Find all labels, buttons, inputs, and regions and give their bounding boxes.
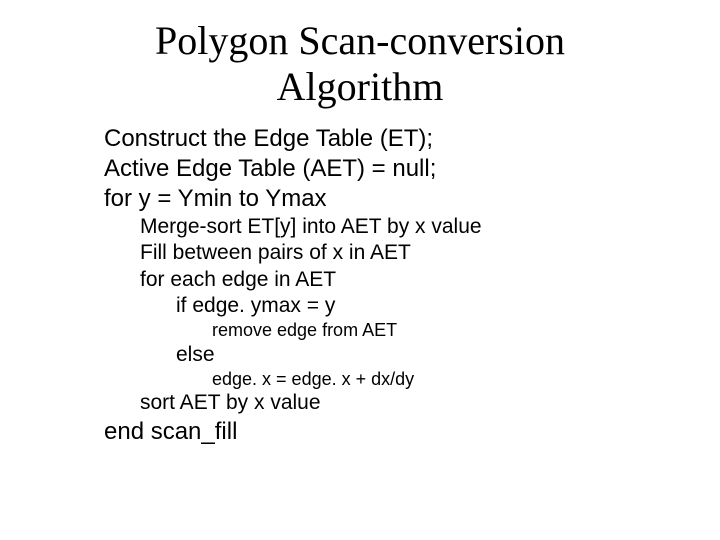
- slide-title: Polygon Scan-conversion Algorithm: [0, 0, 720, 110]
- pseudocode-line: for each edge in AET: [140, 267, 720, 293]
- pseudocode-line: Fill between pairs of x in AET: [140, 240, 720, 266]
- pseudocode-line: else: [176, 342, 720, 368]
- title-line-1: Polygon Scan-conversion: [155, 18, 565, 63]
- slide-body: Construct the Edge Table (ET); Active Ed…: [104, 124, 720, 447]
- pseudocode-line: edge. x = edge. x + dx/dy: [212, 368, 720, 391]
- pseudocode-line: Active Edge Table (AET) = null;: [104, 154, 720, 184]
- pseudocode-line: for y = Ymin to Ymax: [104, 184, 720, 214]
- pseudocode-line: end scan_fill: [104, 417, 720, 447]
- pseudocode-line: remove edge from AET: [212, 319, 720, 342]
- pseudocode-line: Merge-sort ET[y] into AET by x value: [140, 214, 720, 240]
- title-line-2: Algorithm: [277, 64, 444, 109]
- pseudocode-line: Construct the Edge Table (ET);: [104, 124, 720, 154]
- pseudocode-line: sort AET by x value: [140, 390, 720, 416]
- pseudocode-line: if edge. ymax = y: [176, 293, 720, 319]
